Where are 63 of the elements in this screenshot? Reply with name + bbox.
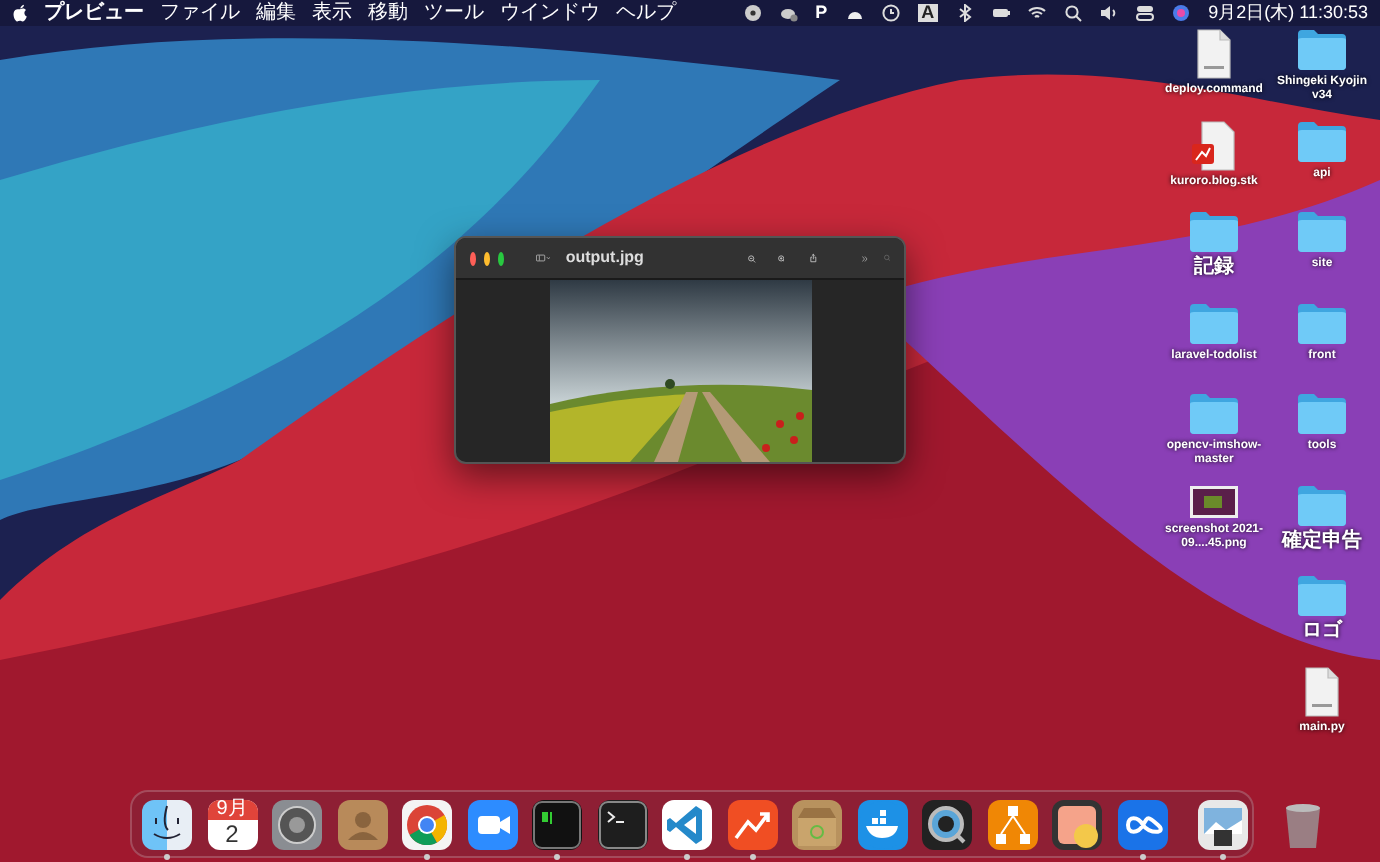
document-icon[interactable] <box>1302 665 1342 717</box>
menu-item[interactable]: ヘルプ <box>616 0 676 26</box>
document-icon[interactable] <box>1194 28 1234 80</box>
sidebar-toggle-icon[interactable] <box>535 250 550 266</box>
zoom-out-icon[interactable] <box>747 249 756 267</box>
running-indicator <box>1139 853 1145 859</box>
gear-icon[interactable] <box>272 799 322 849</box>
box-icon[interactable] <box>792 799 842 849</box>
toggles-icon[interactable] <box>1136 4 1155 22</box>
photo-viewer-icon[interactable] <box>1197 799 1247 849</box>
cloud-gear-icon[interactable] <box>779 4 798 22</box>
running-indicator <box>554 853 560 859</box>
folder-icon[interactable] <box>1296 28 1348 72</box>
clock-icon[interactable] <box>881 4 900 22</box>
desktop-item-label[interactable]: 確定申告 <box>1268 531 1376 551</box>
menu-clock[interactable]: 9月2日(木) 11:30:53 <box>1208 0 1368 26</box>
infinity-icon[interactable] <box>1117 799 1167 849</box>
disc-icon[interactable] <box>743 4 762 22</box>
running-indicator <box>164 853 170 859</box>
terminal-icon[interactable] <box>597 799 647 849</box>
terminal-icon[interactable] <box>532 799 582 849</box>
whale-icon[interactable] <box>857 799 907 849</box>
menu-item[interactable]: 編集 <box>256 0 296 26</box>
menu-item[interactable]: ファイル <box>160 0 240 26</box>
video-camera-icon[interactable] <box>467 799 517 849</box>
share-icon[interactable] <box>810 248 818 268</box>
bluetooth-icon[interactable] <box>956 4 975 22</box>
running-indicator <box>684 853 690 859</box>
contacts-book-icon[interactable] <box>337 799 387 849</box>
menu-item[interactable]: ツール <box>424 0 484 26</box>
wifi-icon[interactable] <box>1028 4 1047 22</box>
pill-icon[interactable] <box>1052 799 1102 849</box>
app-menu[interactable]: プレビュー <box>44 0 144 26</box>
minimize-icon[interactable] <box>483 251 490 265</box>
running-indicator <box>424 853 430 859</box>
smiling-face-icon[interactable] <box>142 799 192 849</box>
menu-item[interactable]: ウインドウ <box>500 0 600 26</box>
battery-icon[interactable] <box>992 4 1011 22</box>
running-indicator <box>749 853 755 859</box>
apple-logo-icon[interactable] <box>12 4 28 22</box>
speaker-icon[interactable] <box>1100 4 1119 22</box>
chevrons-icon[interactable] <box>861 251 868 265</box>
window-title: output.jpg <box>565 246 644 270</box>
calendar-icon[interactable]: 9月 2 <box>207 799 257 849</box>
code-editor-icon[interactable] <box>662 799 712 849</box>
lens-icon[interactable] <box>922 799 972 849</box>
running-indicator <box>1219 853 1225 859</box>
menu-item[interactable]: 移動 <box>368 0 408 26</box>
close-icon[interactable] <box>470 251 476 265</box>
desktop-item-label[interactable]: 記録 <box>1160 258 1268 278</box>
image-thumbnail-icon[interactable] <box>1188 483 1240 519</box>
circle-logo-icon[interactable] <box>402 799 452 849</box>
zoom-icon[interactable] <box>497 251 504 265</box>
menu-item[interactable]: 表示 <box>312 0 352 26</box>
diagram-icon[interactable] <box>987 799 1037 849</box>
desktop-item-label[interactable]: ロゴ <box>1268 622 1376 642</box>
document-with-badge-icon[interactable] <box>1190 119 1238 171</box>
calendar-day: 2 <box>207 819 257 847</box>
orb-icon[interactable] <box>1172 4 1191 22</box>
zoom-in-icon[interactable] <box>777 249 785 267</box>
search-icon[interactable] <box>1064 4 1083 22</box>
input-source-indicator[interactable]: A <box>917 4 939 22</box>
status-letter[interactable]: P <box>815 0 828 26</box>
